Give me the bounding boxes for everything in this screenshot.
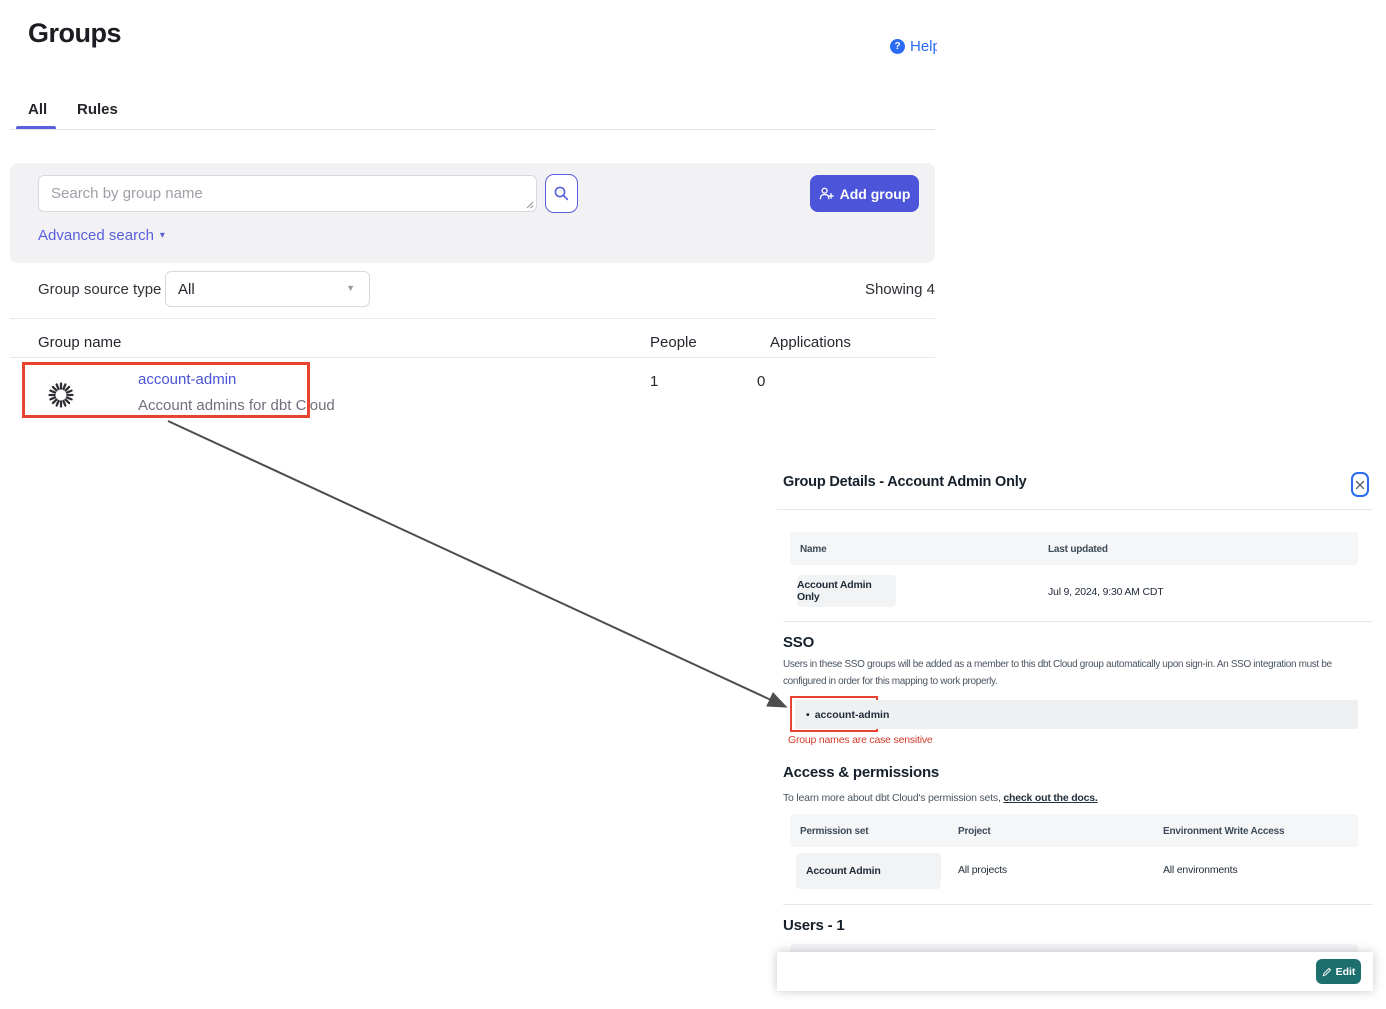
pencil-icon — [1322, 967, 1332, 977]
close-button[interactable] — [1351, 472, 1369, 497]
edit-button[interactable]: Edit — [1316, 959, 1361, 984]
group-people-count: 1 — [650, 373, 658, 390]
edit-label: Edit — [1336, 966, 1356, 978]
search-button[interactable] — [545, 174, 578, 213]
permission-set-chip: Account Admin — [796, 853, 941, 889]
details-divider — [783, 904, 1373, 905]
advanced-search-toggle[interactable]: Advanced search ▾ — [38, 227, 165, 244]
add-user-icon — [819, 186, 834, 201]
access-permissions-description: To learn more about dbt Cloud's permissi… — [783, 792, 1098, 804]
project-value: All projects — [958, 864, 1007, 876]
page-title: Groups — [28, 18, 121, 49]
group-sunburst-icon — [45, 379, 77, 411]
group-source-type-label: Group source type — [38, 281, 161, 298]
add-group-label: Add group — [840, 186, 911, 202]
help-link[interactable]: ? Help — [890, 36, 937, 56]
sso-description: Users in these SSO groups will be added … — [783, 656, 1375, 690]
annotation-arrow — [0, 0, 1386, 1009]
column-header-applications: Applications — [770, 334, 851, 351]
search-icon — [553, 185, 570, 202]
details-divider — [783, 621, 1373, 622]
help-question-icon: ? — [890, 39, 905, 54]
add-group-button[interactable]: Add group — [810, 175, 919, 212]
filter-table-divider — [10, 318, 935, 319]
sso-heading: SSO — [783, 634, 814, 651]
sso-mapping-label: account-admin — [815, 709, 890, 721]
help-label: Help — [910, 38, 937, 55]
access-permissions-heading: Access & permissions — [783, 764, 939, 781]
tab-rules[interactable]: Rules — [77, 101, 118, 118]
bullet-icon: • — [806, 709, 810, 721]
group-source-type-select[interactable]: All ▼ — [165, 271, 370, 307]
docs-text: To learn more about dbt Cloud's permissi… — [783, 792, 1003, 804]
users-heading: Users - 1 — [783, 917, 845, 934]
case-sensitive-warning: Group names are case sensitive — [788, 734, 933, 746]
close-icon — [1355, 480, 1365, 490]
last-updated-column-header: Last updated — [1048, 544, 1108, 555]
column-header-group-name: Group name — [38, 334, 121, 351]
group-name-link[interactable]: account-admin — [138, 371, 236, 388]
group-applications-count: 0 — [757, 373, 765, 390]
details-title-divider — [777, 509, 1373, 510]
group-name-chip: Account Admin Only — [797, 575, 896, 607]
details-footer-bar — [777, 952, 1373, 991]
groups-page: Groups ? Help All Rules Add group Advanc… — [0, 0, 1386, 1009]
group-source-type-value: All — [178, 281, 195, 298]
resize-grip-icon[interactable] — [524, 199, 534, 209]
group-description: Account admins for dbt Cloud — [138, 397, 335, 414]
sso-mapping-bar: • account-admin — [795, 700, 1358, 729]
table-header-divider — [10, 357, 935, 358]
showing-count: Showing 4 — [865, 281, 935, 298]
column-header-people: People — [650, 334, 697, 351]
caret-down-icon: ▾ — [160, 228, 165, 243]
project-column-header: Project — [958, 826, 991, 837]
tab-all[interactable]: All — [28, 101, 47, 118]
advanced-search-label: Advanced search — [38, 227, 154, 244]
environment-write-access-value: All environments — [1163, 864, 1237, 876]
name-column-header: Name — [800, 544, 826, 555]
permission-set-column-header: Permission set — [800, 826, 868, 837]
search-input[interactable] — [38, 175, 537, 212]
last-updated-value: Jul 9, 2024, 9:30 AM CDT — [1048, 586, 1163, 598]
tabs-divider — [10, 129, 935, 130]
group-details-title: Group Details - Account Admin Only — [783, 474, 1026, 490]
environment-write-access-column-header: Environment Write Access — [1163, 826, 1284, 837]
docs-link[interactable]: check out the docs. — [1003, 792, 1097, 804]
caret-down-icon: ▼ — [346, 283, 355, 293]
sso-mapping-tag[interactable]: • account-admin — [806, 709, 889, 721]
